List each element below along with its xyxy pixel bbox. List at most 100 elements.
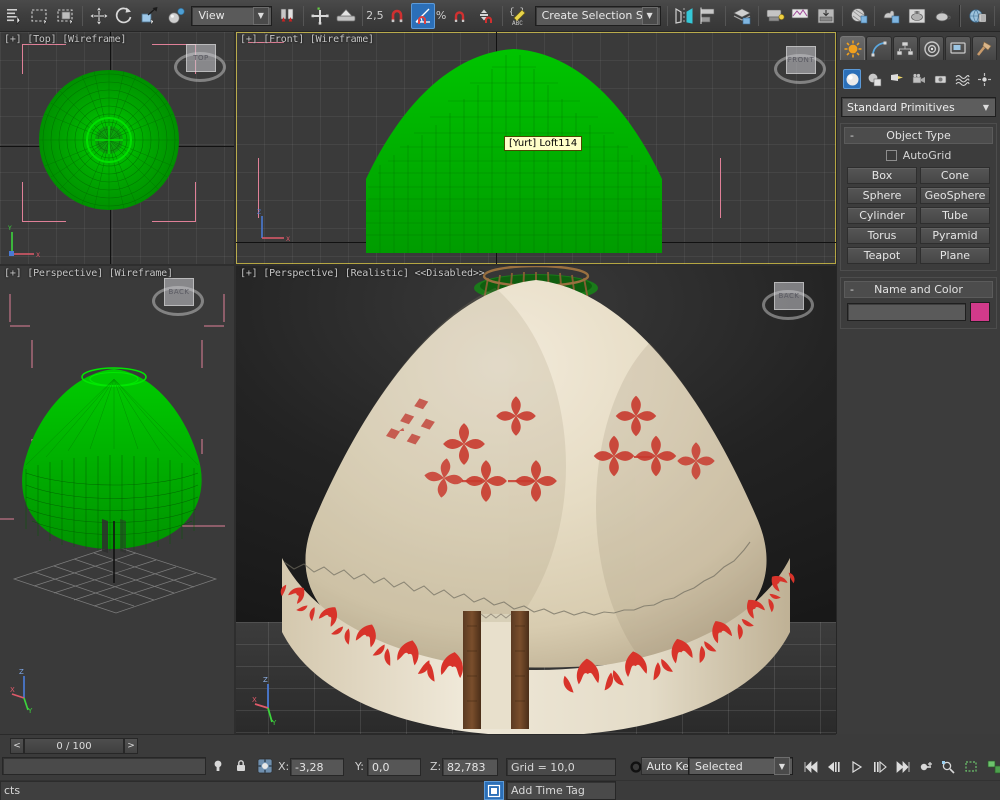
add-time-tag-label[interactable]: Add Time Tag <box>506 781 616 800</box>
isolate-selection-icon[interactable] <box>210 758 226 774</box>
rendered-frame-window-icon[interactable] <box>814 3 838 29</box>
object-type-header[interactable]: - Object Type <box>844 127 993 144</box>
zoom-extents-all-icon[interactable] <box>938 757 960 776</box>
y-coordinate-field[interactable]: 0,0 <box>367 758 421 776</box>
chevron-down-icon[interactable]: ▼ <box>774 757 790 775</box>
svg-text:Z: Z <box>263 676 268 684</box>
viewcube-front[interactable]: FRONT <box>772 40 828 96</box>
name-and-color-header[interactable]: - Name and Color <box>844 281 993 298</box>
z-coordinate-field[interactable]: 82,783 <box>442 758 498 776</box>
named-selection-set-dropdown[interactable]: Create Selection Se ▼ <box>534 5 661 26</box>
viewcube-perspective-real[interactable]: BACK <box>760 276 816 332</box>
viewcube-face-label[interactable]: FRONT <box>786 46 816 74</box>
schematic-view-icon[interactable] <box>3 3 27 29</box>
key-mode-toggle-icon[interactable] <box>915 757 937 776</box>
prompt-field[interactable] <box>2 757 206 775</box>
motion-tab[interactable] <box>918 36 945 60</box>
modify-tab[interactable] <box>866 36 892 60</box>
layer-manager-icon[interactable] <box>730 3 754 29</box>
next-frame-button[interactable] <box>869 757 891 776</box>
angle-snap-toggle-icon[interactable] <box>411 2 435 29</box>
viewcube-face-label[interactable]: BACK <box>164 278 194 306</box>
sphere-button[interactable]: Sphere <box>847 187 917 204</box>
snap-toggle-icon[interactable] <box>334 3 358 29</box>
viewcube-perspective-wire[interactable]: BACK <box>150 272 206 328</box>
object-color-swatch[interactable] <box>970 302 990 322</box>
play-animation-button[interactable] <box>846 757 868 776</box>
key-mode-dropdown[interactable]: Selected ▼ <box>688 757 793 775</box>
select-and-move-icon[interactable] <box>87 3 111 29</box>
zoom-region-icon[interactable] <box>961 757 983 776</box>
previous-frame-button[interactable] <box>823 757 845 776</box>
tube-button[interactable]: Tube <box>920 207 990 224</box>
time-slider[interactable]: < 0 / 100 > <box>10 738 138 754</box>
viewport-perspective-realistic[interactable]: >>> INACTIVE <<< BACK Z X Y [+] [Perspec… <box>236 266 836 734</box>
current-frame-indicator[interactable]: 0 / 100 <box>24 738 124 754</box>
geosphere-button[interactable]: GeoSphere <box>920 187 990 204</box>
hierarchy-tab[interactable] <box>892 36 918 60</box>
space-warps-category[interactable] <box>954 69 972 89</box>
render-setup-icon[interactable] <box>763 3 787 29</box>
select-and-rotate-icon[interactable] <box>113 3 137 29</box>
go-to-start-button[interactable] <box>800 757 822 776</box>
box-button[interactable]: Box <box>847 167 917 184</box>
subcategory-dropdown[interactable]: Standard Primitives ▼ <box>841 97 996 117</box>
viewport-top[interactable]: TOP Y X [+] [Top] [Wireframe] <box>0 32 234 264</box>
viewport-front[interactable]: FRONT Z X [Yurt] Loft114 [+] [Front] [Wi… <box>236 32 836 264</box>
geometry-category[interactable] <box>843 69 862 89</box>
autogrid-checkbox[interactable] <box>885 150 897 161</box>
select-and-scale-icon[interactable] <box>138 3 162 29</box>
viewcube-face-label[interactable]: TOP <box>186 44 216 72</box>
systems-category[interactable] <box>976 69 994 89</box>
material-editor-icon[interactable] <box>847 3 871 29</box>
absolute-relative-transform-icon[interactable] <box>256 757 274 775</box>
collapse-icon[interactable]: - <box>850 129 854 142</box>
maximize-viewport-icon[interactable] <box>984 757 1000 776</box>
autogrid-row[interactable]: AutoGrid <box>844 144 993 166</box>
cylinder-button[interactable]: Cylinder <box>847 207 917 224</box>
next-frame-button[interactable]: > <box>124 738 138 754</box>
shapes-category[interactable] <box>865 69 883 89</box>
x-coordinate-field[interactable]: -3,28 <box>290 758 344 776</box>
render-frame-window-icon[interactable] <box>789 3 813 29</box>
snap-toggle-3d-icon[interactable] <box>386 3 410 29</box>
scene-explorer-icon[interactable] <box>966 3 990 29</box>
teapot-icon[interactable] <box>931 3 955 29</box>
pyramid-button[interactable]: Pyramid <box>920 227 990 244</box>
object-paint-icon[interactable] <box>905 3 929 29</box>
viewport-perspective-wireframe[interactable]: BACK Z X Y [+] [Perspective] [Wireframe] <box>0 266 234 734</box>
selection-lock-icon[interactable] <box>233 758 249 774</box>
plane-button[interactable]: Plane <box>920 247 990 264</box>
cone-button[interactable]: Cone <box>920 167 990 184</box>
collapse-icon[interactable]: - <box>850 283 854 296</box>
create-tab[interactable] <box>840 36 866 60</box>
cameras-category[interactable] <box>909 69 927 89</box>
helpers-category[interactable] <box>932 69 950 89</box>
prev-frame-button[interactable]: < <box>10 738 24 754</box>
teapot-button[interactable]: Teapot <box>847 247 917 264</box>
spinner-snap-toggle-icon[interactable] <box>474 3 498 29</box>
edit-named-selection-sets-icon[interactable]: { } ABC <box>507 3 531 29</box>
material-explorer-icon[interactable] <box>879 3 903 29</box>
display-tab[interactable] <box>945 36 971 60</box>
select-region-rectangle-icon[interactable] <box>29 3 53 29</box>
lights-category[interactable] <box>887 69 905 89</box>
adaptive-degradation-icon[interactable] <box>484 781 504 800</box>
select-and-place-icon[interactable] <box>164 3 188 29</box>
select-and-manipulate-icon[interactable] <box>308 3 332 29</box>
reference-coordinate-system-dropdown[interactable]: View ▼ <box>191 5 272 26</box>
percent-snap-toggle-icon[interactable] <box>448 3 472 29</box>
viewcube-face-label[interactable]: BACK <box>774 282 804 310</box>
chevron-down-icon[interactable]: ▼ <box>252 6 269 25</box>
go-to-end-button[interactable] <box>892 757 914 776</box>
utilities-tab[interactable] <box>971 36 997 60</box>
window-crossing-icon[interactable] <box>54 3 78 29</box>
use-pivot-point-center-icon[interactable] <box>276 3 300 29</box>
align-icon[interactable] <box>698 3 722 29</box>
object-name-input[interactable] <box>847 303 966 321</box>
mirror-icon[interactable] <box>672 3 696 29</box>
viewcube-top[interactable]: TOP <box>172 38 228 94</box>
torus-button[interactable]: Torus <box>847 227 917 244</box>
chevron-down-icon[interactable]: ▼ <box>977 103 995 112</box>
chevron-down-icon[interactable]: ▼ <box>641 6 658 25</box>
